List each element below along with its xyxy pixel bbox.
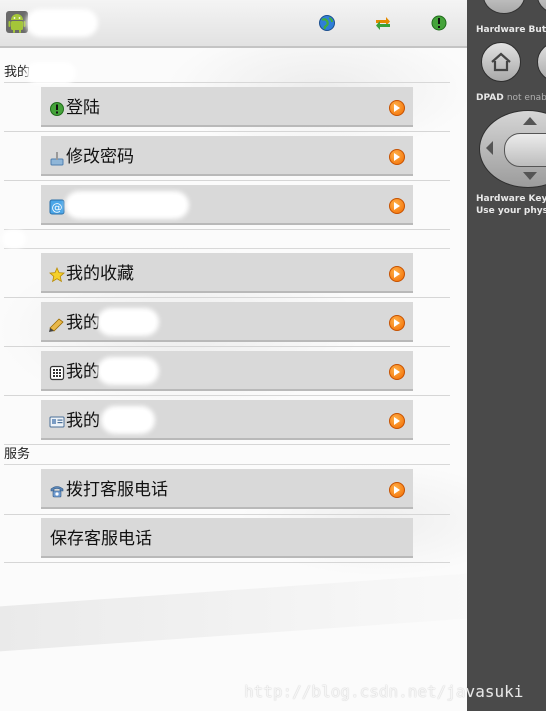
home-button[interactable] — [481, 42, 521, 82]
chevron-right-icon — [389, 482, 405, 498]
chevron-right-icon — [389, 364, 405, 380]
phone-screen: 我的 登陆 修改密码 @ 我的收藏 我的 我的 我的 服务 拨打客服电话 保存客… — [0, 0, 467, 711]
menu-item-login[interactable]: 登陆 — [41, 87, 413, 127]
arrow-left-icon[interactable] — [486, 141, 493, 155]
divider — [4, 297, 450, 298]
menu-item-mine-3[interactable]: 我的 — [41, 351, 413, 391]
android-logo-icon — [6, 11, 28, 33]
section-header-text: 服务 — [4, 447, 31, 462]
menu-item-label: 保存客服电话 — [50, 529, 152, 549]
redacted-title — [30, 13, 94, 33]
hardware-keyboard-sub: Use your physic — [476, 206, 546, 216]
hardware-keyboard-label: Hardware Keybo — [476, 194, 546, 204]
svg-text:@: @ — [52, 201, 63, 214]
menu-item-label: 我的 — [66, 411, 100, 431]
title-bar — [0, 0, 467, 48]
redacted-text — [101, 312, 155, 332]
id-card-icon — [49, 416, 65, 428]
at-sign-icon: @ — [49, 199, 65, 215]
menu-item-mine-2[interactable]: 我的 — [41, 302, 413, 342]
redacted-text — [105, 410, 151, 430]
menu-item-favorites[interactable]: 我的收藏 — [41, 253, 413, 293]
menu-item-label: 我的 — [66, 362, 100, 382]
divider — [4, 131, 450, 132]
chevron-right-icon — [389, 266, 405, 282]
menu-item-label: 登陆 — [66, 98, 100, 118]
globe-icon[interactable] — [318, 14, 336, 32]
watermark: http://blog.csdn.net/javasuki — [244, 682, 524, 701]
redacted-text — [101, 361, 155, 381]
divider — [4, 444, 450, 445]
chevron-right-icon — [389, 100, 405, 116]
menu-item-label: 拨打客服电话 — [66, 480, 168, 500]
divider — [4, 395, 450, 396]
info-icon[interactable] — [430, 14, 448, 32]
arrow-up-icon[interactable] — [523, 117, 537, 125]
menu-item-call-service[interactable]: 拨打客服电话 — [41, 469, 413, 509]
hardware-button[interactable] — [537, 0, 546, 14]
dpad-status-text: not enabl — [506, 93, 546, 103]
key-icon — [50, 152, 64, 166]
menu-item-label: 我的收藏 — [66, 264, 134, 284]
chevron-right-icon — [389, 149, 405, 165]
divider — [4, 514, 450, 515]
dpad[interactable] — [479, 110, 546, 188]
chevron-right-icon — [389, 198, 405, 214]
menu-item-mine-4[interactable]: 我的 — [41, 400, 413, 440]
divider — [4, 180, 450, 181]
info-icon — [50, 102, 64, 116]
sync-arrows-icon[interactable] — [374, 14, 392, 32]
star-icon — [49, 267, 65, 283]
redacted-text — [30, 66, 72, 80]
divider — [4, 346, 450, 347]
calculator-icon — [49, 365, 65, 381]
chevron-right-icon — [389, 413, 405, 429]
menu-item-save-service[interactable]: 保存客服电话 — [41, 518, 413, 558]
menu-item-label: 我的 — [66, 313, 100, 333]
section-header-service: 服务 — [4, 446, 450, 465]
hardware-buttons-label: Hardware Butto — [476, 25, 546, 35]
chevron-right-icon — [389, 315, 405, 331]
dpad-label-text: DPAD — [476, 93, 504, 103]
hardware-button[interactable] — [483, 0, 525, 14]
emulator-side-panel: Hardware Butto DPAD not enabl Hardware K… — [467, 0, 546, 711]
dpad-label: DPAD not enabl — [476, 93, 546, 103]
pencil-icon — [49, 318, 64, 332]
arrow-down-icon[interactable] — [523, 172, 537, 180]
section-header-text: 我的 — [4, 65, 31, 80]
menu-item-email[interactable]: @ — [41, 185, 413, 225]
menu-item-change-password[interactable]: 修改密码 — [41, 136, 413, 176]
dpad-center-button[interactable] — [504, 133, 546, 167]
redacted-text — [69, 195, 185, 215]
menu-item-label: 修改密码 — [66, 147, 134, 167]
section-header-redacted — [4, 230, 450, 249]
phone-icon — [50, 486, 64, 498]
hardware-button[interactable] — [537, 42, 546, 82]
redacted-text — [6, 234, 22, 244]
divider — [4, 562, 450, 563]
home-icon — [491, 52, 511, 72]
